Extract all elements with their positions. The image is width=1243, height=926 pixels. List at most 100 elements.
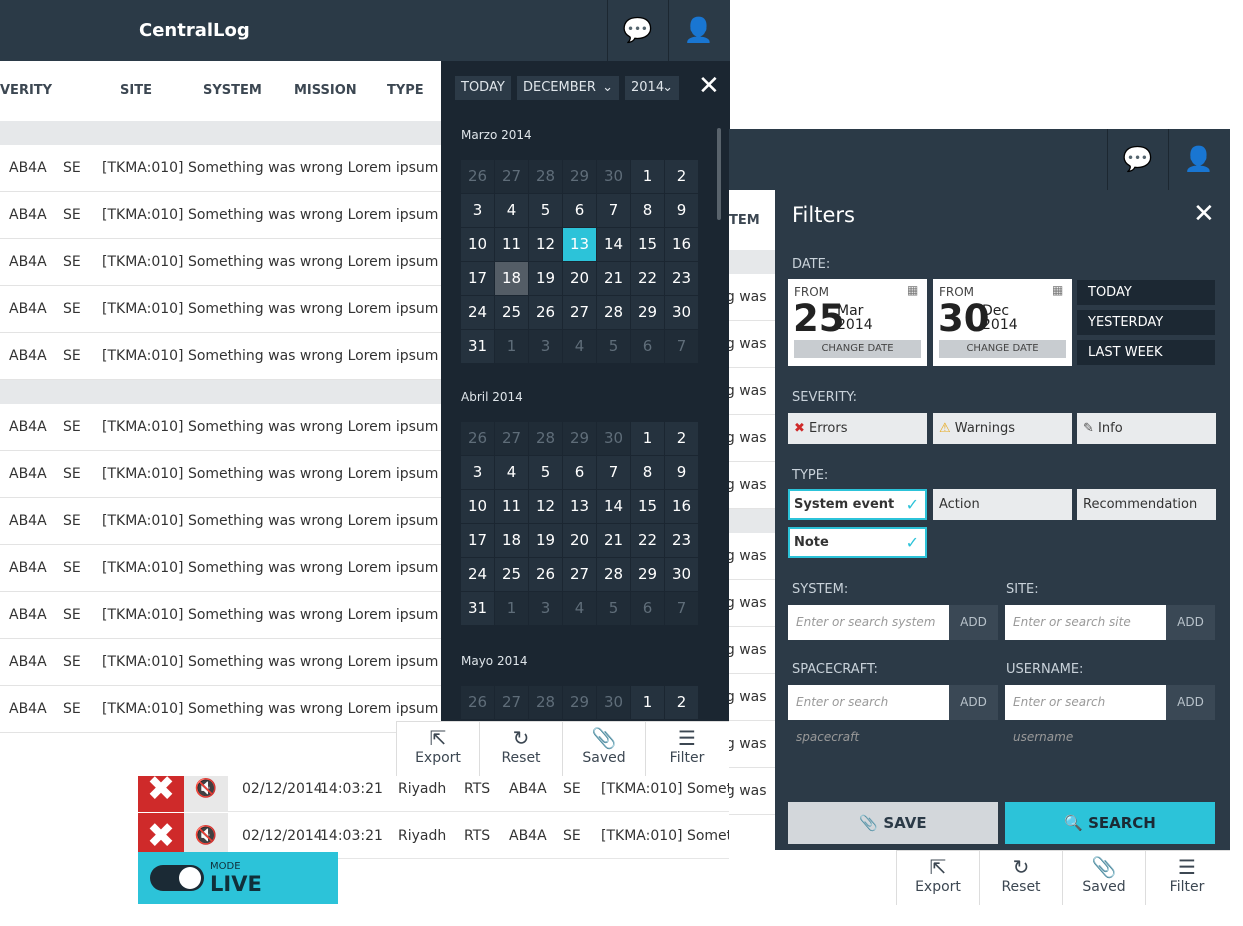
- calendar-day[interactable]: 7: [665, 592, 698, 625]
- add-username-button[interactable]: ADD: [1166, 685, 1215, 720]
- calendar-day[interactable]: 16: [665, 490, 698, 523]
- calendar-day[interactable]: 14: [597, 490, 630, 523]
- calendar-day[interactable]: 17: [461, 262, 494, 295]
- calendar-day[interactable]: 1: [631, 422, 664, 455]
- calendar-day[interactable]: 20: [563, 262, 596, 295]
- severity-errors[interactable]: ✖ Errors: [788, 413, 927, 444]
- spacecraft-input[interactable]: Enter or search spacecraft: [788, 685, 949, 744]
- username-input[interactable]: Enter or search username: [1005, 685, 1166, 744]
- calendar-icon[interactable]: ▦: [907, 283, 918, 297]
- quick-yesterday[interactable]: YESTERDAY: [1077, 310, 1215, 335]
- table-row[interactable]: ng was: [729, 462, 775, 509]
- table-row[interactable]: AB4A SE [TKMA:010] Something was wrong Lor…: [0, 192, 479, 239]
- calendar-day[interactable]: 27: [495, 422, 528, 455]
- quick-last-week[interactable]: LAST WEEK: [1077, 340, 1215, 365]
- change-date-button[interactable]: CHANGE DATE: [794, 340, 921, 358]
- calendar-day[interactable]: 30: [597, 422, 630, 455]
- calendar-day[interactable]: 19: [529, 524, 562, 557]
- calendar-day[interactable]: 3: [461, 194, 494, 227]
- calendar-day[interactable]: 29: [563, 422, 596, 455]
- from-date-1[interactable]: FROM ▦ 25 Mar 2014 CHANGE DATE: [788, 279, 927, 366]
- calendar-day[interactable]: 14: [597, 228, 630, 261]
- type-system-event[interactable]: System event ✓: [788, 489, 927, 520]
- table-row[interactable]: AB4A SE [TKMA:010] Something was wrong Lor…: [0, 333, 479, 380]
- calendar-day[interactable]: 12: [529, 228, 562, 261]
- calendar-day[interactable]: 4: [563, 592, 596, 625]
- quick-today[interactable]: TODAY: [1077, 280, 1215, 305]
- calendar-day[interactable]: 30: [597, 160, 630, 193]
- close-icon[interactable]: ✕: [698, 71, 720, 101]
- add-system-button[interactable]: ADD: [949, 605, 998, 640]
- calendar-day[interactable]: 25: [495, 296, 528, 329]
- calendar-day[interactable]: 24: [461, 558, 494, 591]
- change-date-button[interactable]: CHANGE DATE: [939, 340, 1066, 358]
- col-system[interactable]: SYSTEM: [203, 83, 262, 98]
- calendar-day[interactable]: 3: [529, 330, 562, 363]
- table-row[interactable]: AB4A SE [TKMA:010] Something was wrong Lor…: [0, 145, 479, 192]
- calendar-day[interactable]: 5: [529, 194, 562, 227]
- calendar-day[interactable]: 17: [461, 524, 494, 557]
- chat-icon[interactable]: 💬: [1107, 129, 1167, 190]
- calendar-day[interactable]: 5: [529, 456, 562, 489]
- calendar-day[interactable]: 18: [495, 524, 528, 557]
- calendar-day[interactable]: 29: [563, 686, 596, 719]
- add-spacecraft-button[interactable]: ADD: [949, 685, 998, 720]
- live-switch[interactable]: [150, 865, 204, 891]
- calendar-day[interactable]: 7: [665, 330, 698, 363]
- table-row[interactable]: ng was: [729, 274, 775, 321]
- calendar-day[interactable]: 9: [665, 456, 698, 489]
- close-icon[interactable]: ✕: [1193, 199, 1215, 229]
- calendar-day[interactable]: 30: [597, 686, 630, 719]
- calendar-day[interactable]: 1: [631, 160, 664, 193]
- calendar-day[interactable]: 5: [597, 330, 630, 363]
- table-row[interactable]: ng was: [729, 580, 775, 627]
- saved-button[interactable]: 📎 Saved: [1062, 851, 1145, 905]
- calendar-day[interactable]: 23: [665, 262, 698, 295]
- severity-warnings[interactable]: ⚠ Warnings: [933, 413, 1072, 444]
- calendar-day[interactable]: 8: [631, 456, 664, 489]
- type-recommendation[interactable]: Recommendation: [1077, 489, 1216, 520]
- user-icon[interactable]: 👤: [668, 0, 728, 61]
- calendar-day[interactable]: 13: [563, 490, 596, 523]
- calendar-day[interactable]: 6: [563, 194, 596, 227]
- calendar-day[interactable]: 11: [495, 490, 528, 523]
- calendar-day[interactable]: 15: [631, 228, 664, 261]
- col-mission[interactable]: MISSION: [294, 83, 357, 98]
- saved-button[interactable]: 📎 Saved: [562, 722, 645, 776]
- calendar-day[interactable]: 10: [461, 490, 494, 523]
- calendar-day[interactable]: 4: [495, 456, 528, 489]
- scrollbar[interactable]: [717, 128, 721, 220]
- calendar-day[interactable]: 4: [495, 194, 528, 227]
- calendar-day[interactable]: 7: [597, 194, 630, 227]
- export-button[interactable]: ⇱ Export: [896, 851, 979, 905]
- calendar-day[interactable]: 28: [529, 422, 562, 455]
- table-row[interactable]: AB4A SE [TKMA:010] Something was wrong Lor…: [0, 404, 479, 451]
- table-row[interactable]: AB4A SE [TKMA:010] Something was wrong Lor…: [0, 286, 479, 333]
- calendar-day[interactable]: 27: [563, 296, 596, 329]
- today-button[interactable]: TODAY: [455, 76, 511, 100]
- calendar-day[interactable]: 31: [461, 330, 494, 363]
- type-note[interactable]: Note ✓: [788, 527, 927, 558]
- calendar-day[interactable]: 26: [461, 686, 494, 719]
- month-select[interactable]: DECEMBER ⌄: [517, 76, 619, 100]
- calendar-day[interactable]: 6: [631, 592, 664, 625]
- calendar-day[interactable]: 23: [665, 524, 698, 557]
- calendar-day[interactable]: 28: [529, 160, 562, 193]
- calendar-day[interactable]: 26: [529, 296, 562, 329]
- calendar-day[interactable]: 20: [563, 524, 596, 557]
- calendar-day[interactable]: 2: [665, 686, 698, 719]
- calendar-day[interactable]: 26: [529, 558, 562, 591]
- calendar-day[interactable]: 12: [529, 490, 562, 523]
- calendar-day[interactable]: 29: [631, 296, 664, 329]
- col-site[interactable]: SITE: [120, 83, 152, 98]
- calendar-day[interactable]: 24: [461, 296, 494, 329]
- calendar-day[interactable]: 5: [597, 592, 630, 625]
- calendar-day[interactable]: 7: [597, 456, 630, 489]
- table-row[interactable]: ng was: [729, 533, 775, 580]
- table-row[interactable]: AB4A SE [TKMA:010] Something was wrong Lor…: [0, 498, 479, 545]
- table-row[interactable]: ng was: [729, 368, 775, 415]
- calendar-day[interactable]: 10: [461, 228, 494, 261]
- calendar-day[interactable]: 27: [495, 686, 528, 719]
- calendar-day[interactable]: 26: [461, 422, 494, 455]
- calendar-day[interactable]: 1: [631, 686, 664, 719]
